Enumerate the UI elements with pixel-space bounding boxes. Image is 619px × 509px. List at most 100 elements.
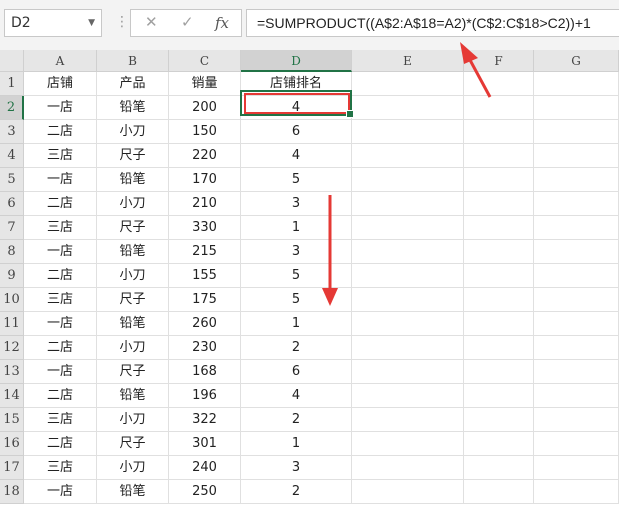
cell-e9[interactable] [352, 264, 464, 288]
cell-b9[interactable]: 小刀 [97, 264, 169, 288]
cell-b7[interactable]: 尺子 [97, 216, 169, 240]
row-header-5[interactable]: 5 [0, 168, 24, 192]
cell-e5[interactable] [352, 168, 464, 192]
cell-c2[interactable]: 200 [169, 96, 241, 120]
cell-c16[interactable]: 301 [169, 432, 241, 456]
cell-b18[interactable]: 铅笔 [97, 480, 169, 504]
cell-a9[interactable]: 二店 [24, 264, 97, 288]
cell-d4[interactable]: 4 [241, 144, 352, 168]
cell-b8[interactable]: 铅笔 [97, 240, 169, 264]
row-header-14[interactable]: 14 [0, 384, 24, 408]
cell-a17[interactable]: 三店 [24, 456, 97, 480]
check-icon[interactable]: ✓ [181, 13, 194, 31]
cell-c8[interactable]: 215 [169, 240, 241, 264]
cell-a18[interactable]: 一店 [24, 480, 97, 504]
column-header-f[interactable]: F [464, 50, 534, 72]
cell-f6[interactable] [464, 192, 534, 216]
cell-f16[interactable] [464, 432, 534, 456]
cell-d7[interactable]: 1 [241, 216, 352, 240]
cell-a15[interactable]: 三店 [24, 408, 97, 432]
cell-f11[interactable] [464, 312, 534, 336]
cell-g15[interactable] [534, 408, 619, 432]
column-header-c[interactable]: C [169, 50, 241, 72]
cell-g8[interactable] [534, 240, 619, 264]
cell-c4[interactable]: 220 [169, 144, 241, 168]
cell-g18[interactable] [534, 480, 619, 504]
row-header-1[interactable]: 1 [0, 72, 24, 96]
column-header-a[interactable]: A [24, 50, 97, 72]
cell-c3[interactable]: 150 [169, 120, 241, 144]
row-header-11[interactable]: 11 [0, 312, 24, 336]
cell-e13[interactable] [352, 360, 464, 384]
row-header-18[interactable]: 18 [0, 480, 24, 504]
cell-b1[interactable]: 产品 [97, 72, 169, 96]
cell-g2[interactable] [534, 96, 619, 120]
cell-c15[interactable]: 322 [169, 408, 241, 432]
cell-g12[interactable] [534, 336, 619, 360]
row-header-10[interactable]: 10 [0, 288, 24, 312]
cell-b4[interactable]: 尺子 [97, 144, 169, 168]
chevron-down-icon[interactable]: ▼ [88, 10, 95, 36]
cell-f10[interactable] [464, 288, 534, 312]
cell-b17[interactable]: 小刀 [97, 456, 169, 480]
close-icon[interactable]: ✕ [145, 13, 158, 31]
cell-c7[interactable]: 330 [169, 216, 241, 240]
cell-e14[interactable] [352, 384, 464, 408]
column-header-g[interactable]: G [534, 50, 619, 72]
cell-g17[interactable] [534, 456, 619, 480]
cell-b3[interactable]: 小刀 [97, 120, 169, 144]
cell-c10[interactable]: 175 [169, 288, 241, 312]
cell-e10[interactable] [352, 288, 464, 312]
name-box[interactable]: D2 ▼ [4, 9, 102, 37]
column-header-d[interactable]: D [241, 50, 352, 72]
cell-c12[interactable]: 230 [169, 336, 241, 360]
cell-c18[interactable]: 250 [169, 480, 241, 504]
row-header-3[interactable]: 3 [0, 120, 24, 144]
cell-a5[interactable]: 一店 [24, 168, 97, 192]
cell-f7[interactable] [464, 216, 534, 240]
cell-e8[interactable] [352, 240, 464, 264]
row-header-12[interactable]: 12 [0, 336, 24, 360]
cell-e15[interactable] [352, 408, 464, 432]
more-vertical-icon[interactable]: ⋮ [115, 15, 129, 29]
cell-e2[interactable] [352, 96, 464, 120]
cell-b14[interactable]: 铅笔 [97, 384, 169, 408]
cell-f4[interactable] [464, 144, 534, 168]
cell-a4[interactable]: 三店 [24, 144, 97, 168]
cell-e3[interactable] [352, 120, 464, 144]
cell-g5[interactable] [534, 168, 619, 192]
cell-c13[interactable]: 168 [169, 360, 241, 384]
cell-f18[interactable] [464, 480, 534, 504]
cell-b11[interactable]: 铅笔 [97, 312, 169, 336]
cell-b6[interactable]: 小刀 [97, 192, 169, 216]
cell-e18[interactable] [352, 480, 464, 504]
cell-b16[interactable]: 尺子 [97, 432, 169, 456]
cell-c14[interactable]: 196 [169, 384, 241, 408]
cell-c17[interactable]: 240 [169, 456, 241, 480]
cell-e16[interactable] [352, 432, 464, 456]
cell-f2[interactable] [464, 96, 534, 120]
cell-b15[interactable]: 小刀 [97, 408, 169, 432]
cell-e7[interactable] [352, 216, 464, 240]
row-header-13[interactable]: 13 [0, 360, 24, 384]
cell-d11[interactable]: 1 [241, 312, 352, 336]
formula-input[interactable]: =SUMPRODUCT((A$2:A$18=A2)*(C$2:C$18>C2))… [246, 9, 619, 37]
cell-b2[interactable]: 铅笔 [97, 96, 169, 120]
cell-c9[interactable]: 155 [169, 264, 241, 288]
cell-d18[interactable]: 2 [241, 480, 352, 504]
cell-f1[interactable] [464, 72, 534, 96]
cell-c1[interactable]: 销量 [169, 72, 241, 96]
cell-b12[interactable]: 小刀 [97, 336, 169, 360]
cell-c5[interactable]: 170 [169, 168, 241, 192]
cell-a11[interactable]: 一店 [24, 312, 97, 336]
select-all-corner[interactable] [0, 50, 24, 72]
cell-a16[interactable]: 二店 [24, 432, 97, 456]
row-header-7[interactable]: 7 [0, 216, 24, 240]
cell-a12[interactable]: 二店 [24, 336, 97, 360]
cell-g6[interactable] [534, 192, 619, 216]
cell-a6[interactable]: 二店 [24, 192, 97, 216]
fx-icon[interactable]: fx [215, 14, 229, 32]
cell-a2[interactable]: 一店 [24, 96, 97, 120]
cell-d15[interactable]: 2 [241, 408, 352, 432]
cell-a7[interactable]: 三店 [24, 216, 97, 240]
